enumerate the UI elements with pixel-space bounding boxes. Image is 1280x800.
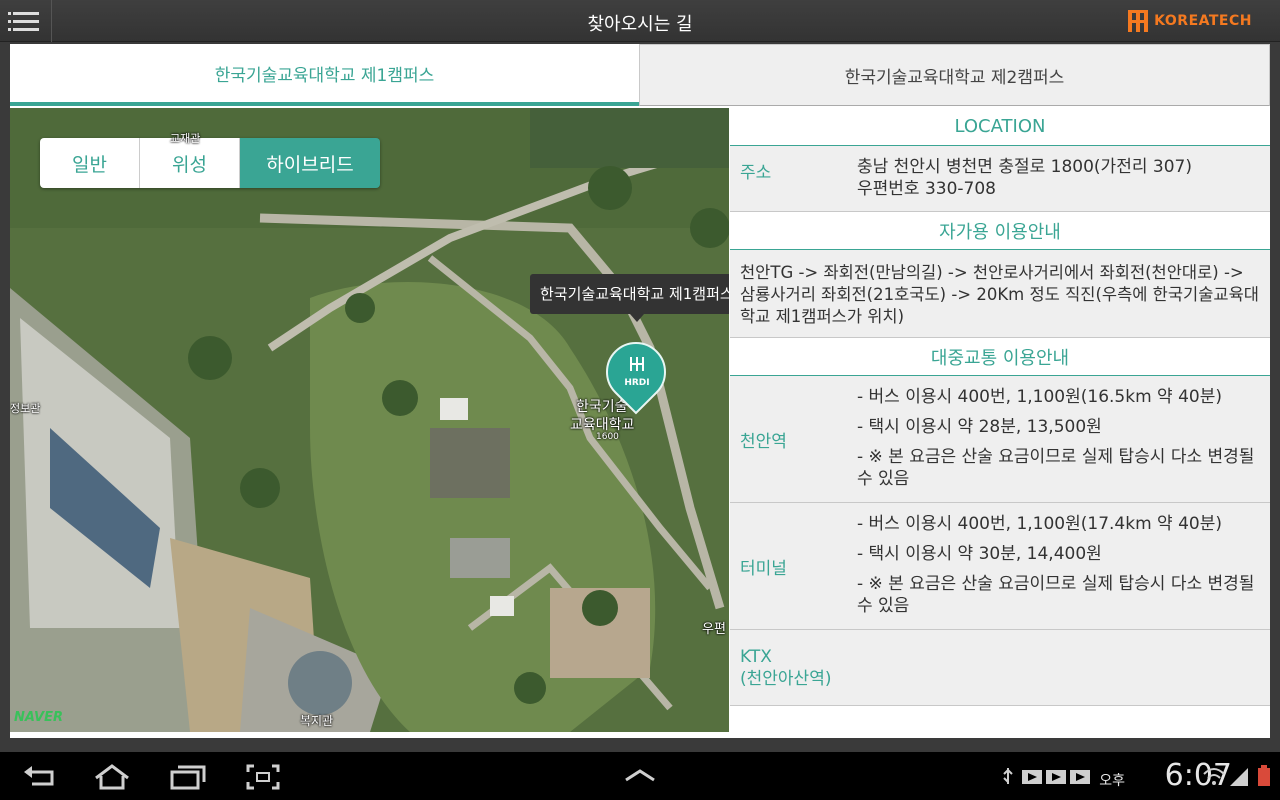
- notification-icons: [1003, 768, 1090, 784]
- map-view[interactable]: 일반 위성 하이브리드 교재관 정보관 우편 복지관 한국기술 교육대학교 16…: [10, 108, 729, 732]
- pin-logo-icon: [628, 357, 646, 375]
- address-line-1: 충남 천안시 병천면 충절로 1800(가전리 307): [857, 157, 1192, 177]
- logo-text: KOREATECH: [1154, 13, 1252, 29]
- address-value: 충남 천안시 병천면 충절로 1800(가전리 307) 우편번호 330-70…: [843, 146, 1270, 211]
- back-icon[interactable]: [22, 764, 56, 790]
- cheonan-station-row: 천안역 - 버스 이용시 400번, 1,100원(16.5km 약 40분) …: [730, 376, 1270, 503]
- ktx-row: KTX (천안아산역): [730, 630, 1270, 706]
- main-content: 한국기술교육대학교 제1캠퍼스 한국기술교육대학교 제2캠퍼스 일반 위성 하이…: [10, 44, 1270, 738]
- cheonan-taxi-info: - 택시 이용시 약 28분, 13,500원: [857, 417, 1102, 437]
- address-label: 주소: [740, 163, 772, 183]
- terminal-label: 터미널: [740, 558, 787, 579]
- car-heading: 자가용 이용안내: [730, 212, 1270, 250]
- address-row: 주소 충남 천안시 병천면 충절로 1800(가전리 307) 우편번호 330…: [730, 146, 1270, 212]
- logo-mark-icon: [1126, 8, 1150, 34]
- title-bar: 찾아오시는 길 KOREATECH: [0, 0, 1280, 42]
- ktx-label-line-2: (천안아산역): [740, 668, 832, 689]
- ktx-label: KTX (천안아산역): [730, 630, 843, 705]
- directions-panel[interactable]: LOCATION 주소 충남 천안시 병천면 충절로 1800(가전리 307)…: [730, 108, 1270, 732]
- ktx-info: [843, 630, 1270, 705]
- public-transit-heading: 대중교통 이용안내: [730, 338, 1270, 376]
- status-icons: [1203, 765, 1270, 786]
- map-label-left: 정보관: [10, 402, 41, 415]
- postal-code: 우편번호 330-708: [857, 179, 996, 199]
- map-type-hybrid-button[interactable]: 하이브리드: [240, 138, 380, 188]
- terminal-bus-info: - 버스 이용시 400번, 1,100원(17.4km 약 40분): [857, 514, 1222, 534]
- terminal-fare-note: - ※ 본 요금은 산술 요금이므로 실제 탑승시 다소 변경될 수 있음: [857, 574, 1255, 616]
- map-type-switch: 일반 위성 하이브리드: [40, 138, 380, 188]
- callout-tail: [630, 314, 644, 322]
- terminal-taxi-info: - 택시 이용시 약 30분, 14,400원: [857, 544, 1102, 564]
- map-label-campus-2: 교육대학교: [570, 417, 635, 433]
- app-window: 찾아오시는 길 KOREATECH 한국기술교육대학교 제1캠퍼스 한국기술교육…: [0, 0, 1280, 752]
- koreatech-logo[interactable]: KOREATECH: [1126, 8, 1252, 34]
- map-type-normal-button[interactable]: 일반: [40, 138, 140, 188]
- map-label-right: 우편: [702, 622, 726, 637]
- chevron-up-icon[interactable]: [624, 768, 656, 784]
- cheonan-station-info: - 버스 이용시 400번, 1,100원(16.5km 약 40분) - 택시…: [843, 376, 1270, 502]
- home-icon[interactable]: [92, 764, 132, 790]
- map-label-campus-num: 1600: [596, 432, 619, 442]
- marker-callout[interactable]: 한국기술교육대학교 제1캠퍼스: [530, 274, 729, 314]
- car-directions: 천안TG -> 좌회전(만남의길) -> 천안로사거리에서 좌회전(천안대로) …: [730, 250, 1270, 338]
- map-label-top: 교재관: [170, 132, 201, 145]
- clock-ampm: 오후: [1099, 773, 1125, 789]
- tab-campus-2[interactable]: 한국기술교육대학교 제2캠퍼스: [639, 44, 1270, 106]
- ktx-label-line-1: KTX: [740, 646, 772, 667]
- cheonan-bus-info: - 버스 이용시 400번, 1,100원(16.5km 약 40분): [857, 387, 1222, 407]
- cheonan-fare-note: - ※ 본 요금은 산술 요금이므로 실제 탑승시 다소 변경될 수 있음: [857, 447, 1255, 489]
- system-navigation-bar: 오후 6:07: [0, 752, 1280, 800]
- map-label-bottom: 복지관: [300, 714, 334, 728]
- naver-logo: NAVER: [14, 710, 64, 725]
- pin-text: HRDI: [624, 378, 650, 388]
- screenshot-icon[interactable]: [246, 764, 280, 790]
- location-heading: LOCATION: [730, 108, 1270, 146]
- terminal-row: 터미널 - 버스 이용시 400번, 1,100원(17.4km 약 40분) …: [730, 503, 1270, 630]
- page-title: 찾아오시는 길: [587, 14, 693, 35]
- tab-campus-1[interactable]: 한국기술교육대학교 제1캠퍼스: [10, 44, 639, 106]
- cheonan-station-label: 천안역: [740, 431, 787, 452]
- terminal-info: - 버스 이용시 400번, 1,100원(17.4km 약 40분) - 택시…: [843, 503, 1270, 629]
- recent-apps-icon[interactable]: [170, 764, 206, 790]
- campus-tabs: 한국기술교육대학교 제1캠퍼스 한국기술교육대학교 제2캠퍼스: [10, 44, 1270, 106]
